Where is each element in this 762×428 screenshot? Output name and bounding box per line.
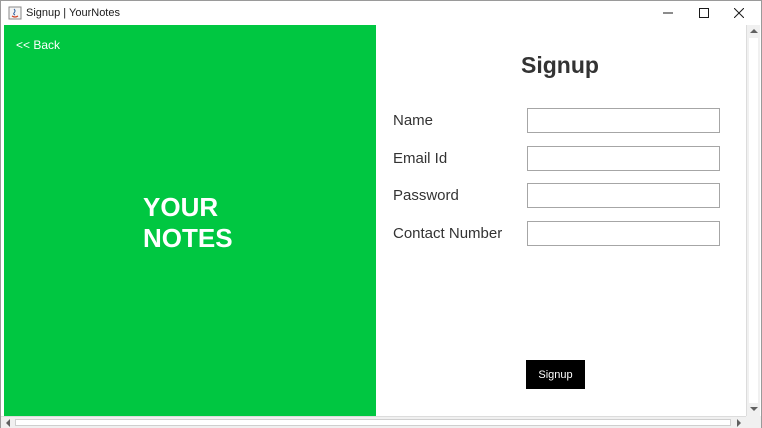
scroll-down-icon[interactable] — [750, 406, 758, 412]
vertical-scrollbar[interactable] — [746, 25, 760, 416]
horizontal-scrollbar[interactable] — [1, 416, 746, 428]
email-label: Email Id — [393, 150, 448, 167]
scroll-right-icon[interactable] — [736, 419, 742, 427]
name-field[interactable] — [527, 108, 720, 133]
app-window: Signup | YourNotes << Back YOUR NOTES Si… — [0, 0, 762, 428]
scroll-up-icon[interactable] — [750, 28, 758, 34]
brand-line-1: YOUR — [143, 192, 219, 222]
window-title: Signup | YourNotes — [26, 7, 120, 19]
content-area: << Back YOUR NOTES Signup Name Email Id … — [4, 25, 746, 416]
signup-form-panel: Signup Name Email Id Password Contact Nu… — [376, 25, 746, 416]
back-link[interactable]: << Back — [16, 38, 60, 52]
scroll-left-icon[interactable] — [5, 419, 11, 427]
email-field[interactable] — [527, 146, 720, 171]
name-label: Name — [393, 112, 434, 129]
signup-button[interactable]: Signup — [526, 360, 585, 389]
brand-line-2: NOTES — [143, 223, 233, 253]
java-app-icon — [8, 6, 22, 20]
scrollbar-corner — [746, 416, 761, 428]
close-button[interactable] — [722, 1, 756, 25]
minimize-icon — [663, 12, 673, 14]
contact-number-field[interactable] — [527, 221, 720, 246]
minimize-button[interactable] — [651, 1, 685, 25]
vertical-scroll-thumb[interactable] — [749, 38, 758, 403]
password-label: Password — [393, 187, 459, 204]
brand-logo-text: YOUR NOTES — [143, 192, 233, 254]
close-icon — [734, 8, 744, 18]
maximize-button[interactable] — [687, 1, 721, 25]
form-title: Signup — [521, 52, 599, 78]
maximize-icon — [699, 8, 709, 18]
contact-number-label: Contact Number — [393, 225, 503, 242]
title-bar: Signup | YourNotes — [1, 1, 761, 25]
password-field[interactable] — [527, 183, 720, 208]
brand-panel: << Back YOUR NOTES — [4, 25, 376, 416]
horizontal-scroll-thumb[interactable] — [15, 419, 731, 426]
